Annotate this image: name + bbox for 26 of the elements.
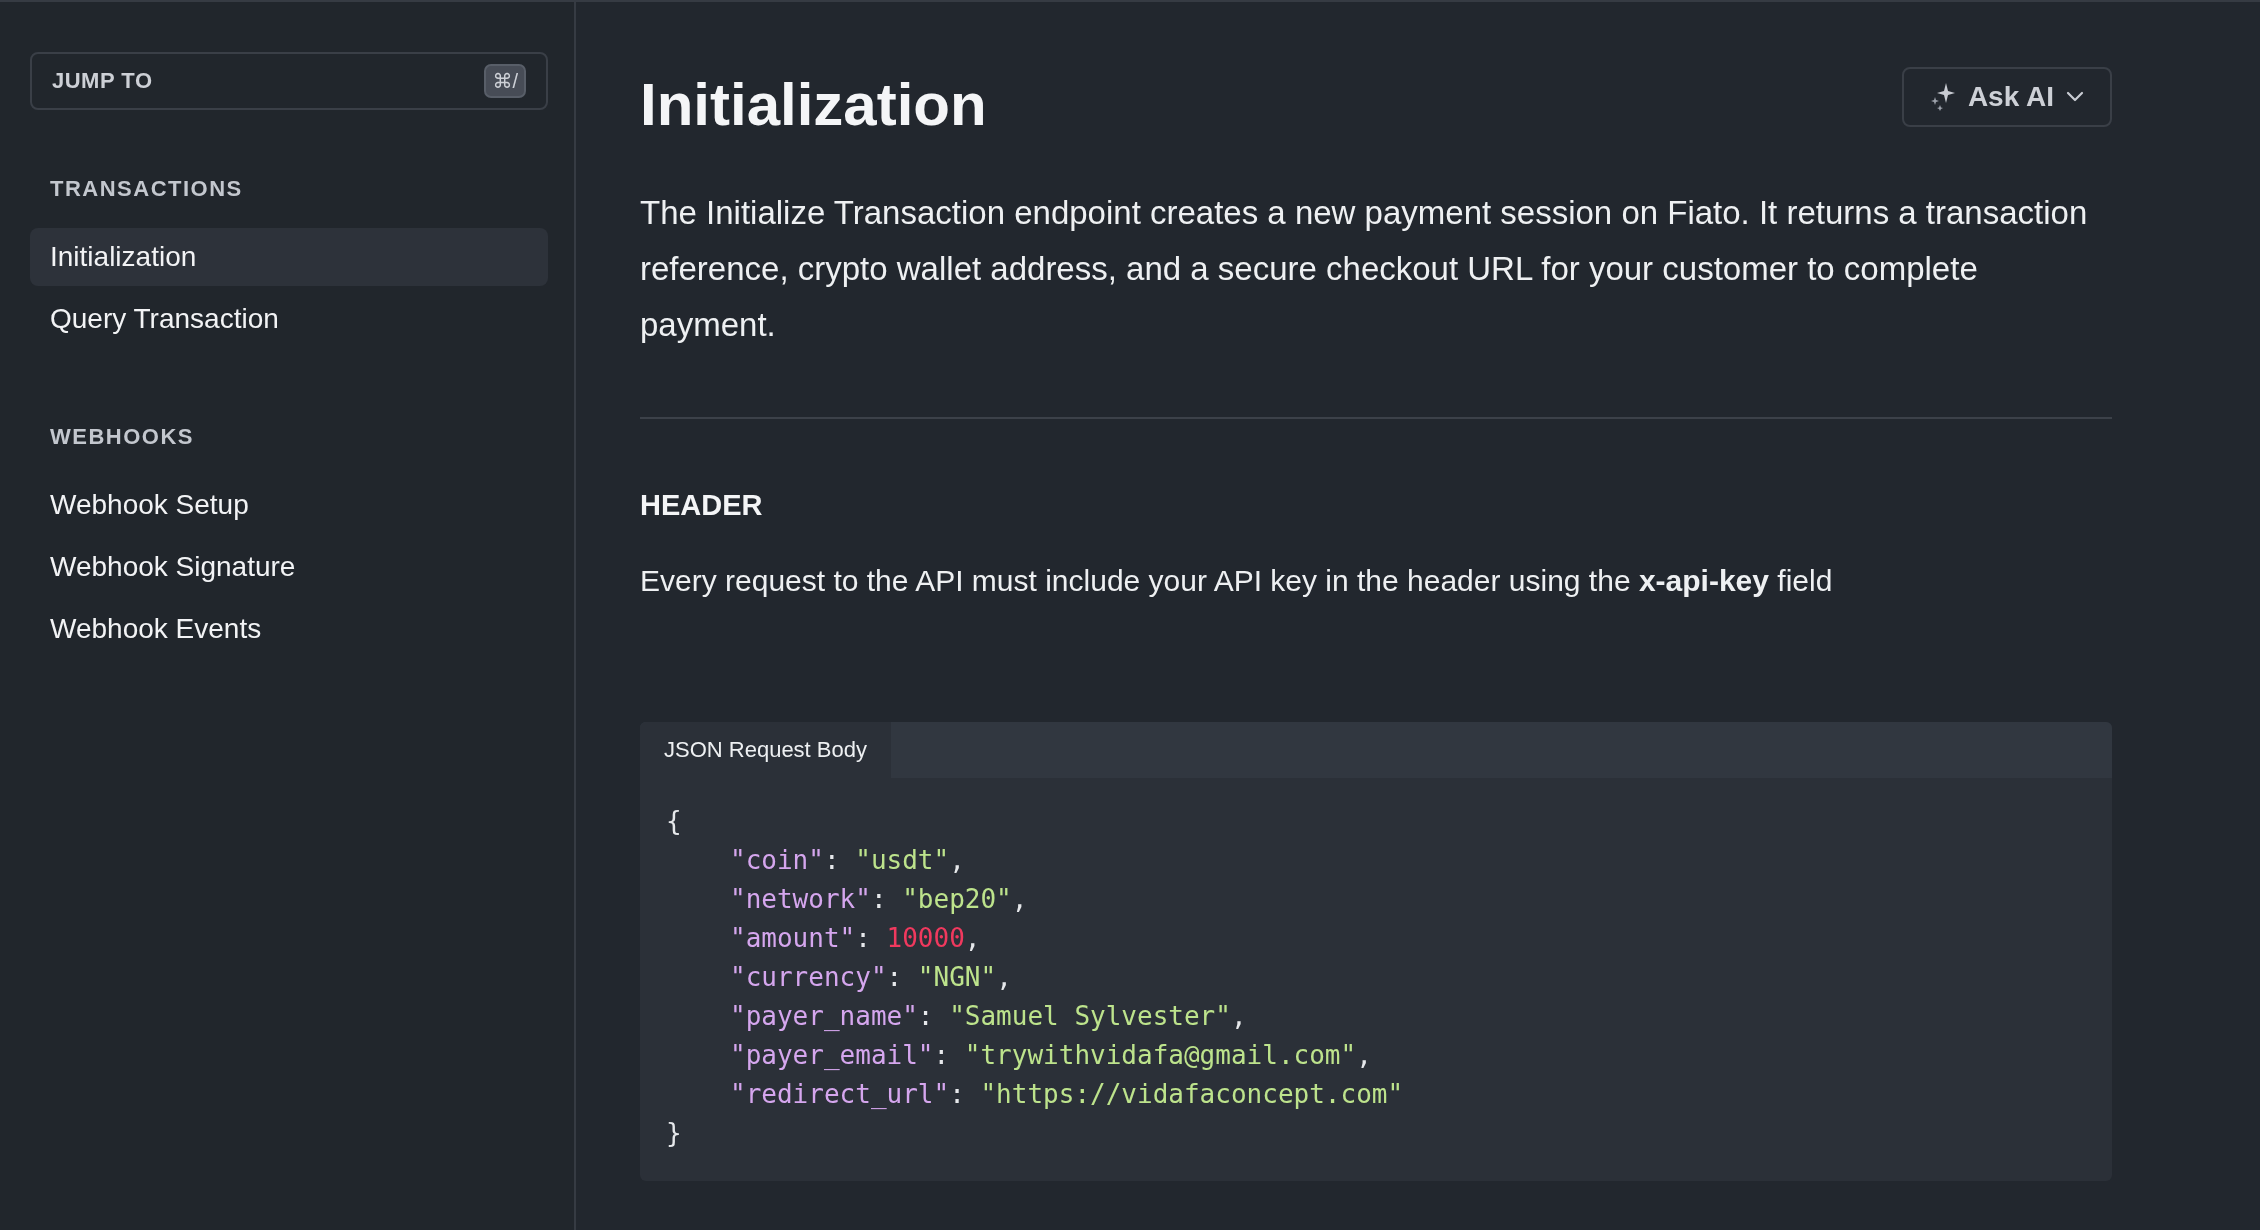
code-line: "amount": 10000, — [729, 922, 982, 955]
chevron-down-icon — [2066, 90, 2084, 103]
jump-to-label: JUMP TO — [52, 68, 153, 94]
section-heading: WEBHOOKS — [49, 424, 195, 450]
ask-ai-button[interactable]: Ask AI — [1901, 66, 2112, 127]
code-line: } — [666, 1117, 683, 1150]
code-line: "currency": "NGN", — [729, 961, 1013, 994]
code-line: "coin": "usdt", — [729, 844, 966, 877]
jump-to-search[interactable]: JUMP TO ⌘/ — [30, 52, 548, 110]
nav-item[interactable]: Webhook Setup — [30, 476, 548, 534]
code-line: "payer_name": "Samuel Sylvester", — [729, 1000, 1248, 1033]
nav-item[interactable]: Initialization — [30, 228, 548, 286]
header-description: Every request to the API must include your API key in the header using the x-api-key field — [640, 564, 1834, 598]
intro-paragraph: The Initialize Transaction endpoint creates a new payment session on Fiato. It returns a transaction reference, crypto wallet address, and a secure checkout URL for your customer to complete payment. — [640, 193, 2089, 345]
shortcut-key: ⌘/ — [484, 64, 526, 98]
code-line: "payer_email": "trywithvidafa@gmail.com", — [729, 1039, 1373, 1072]
page-title: Initialization — [640, 70, 987, 139]
code-line: "network": "bep20", — [729, 883, 1029, 916]
nav-item[interactable]: Webhook Signature — [30, 538, 548, 596]
code-line: { — [666, 805, 683, 838]
nav-item[interactable]: Query Transaction — [30, 290, 548, 348]
code-line: "redirect_url": "https://vidafaconcept.com" — [729, 1078, 1405, 1111]
nav-item[interactable]: Webhook Events — [30, 600, 548, 658]
section-heading: TRANSACTIONS — [49, 176, 244, 202]
code-tab[interactable]: JSON Request Body — [640, 722, 891, 778]
section-heading: HEADER — [640, 489, 764, 522]
